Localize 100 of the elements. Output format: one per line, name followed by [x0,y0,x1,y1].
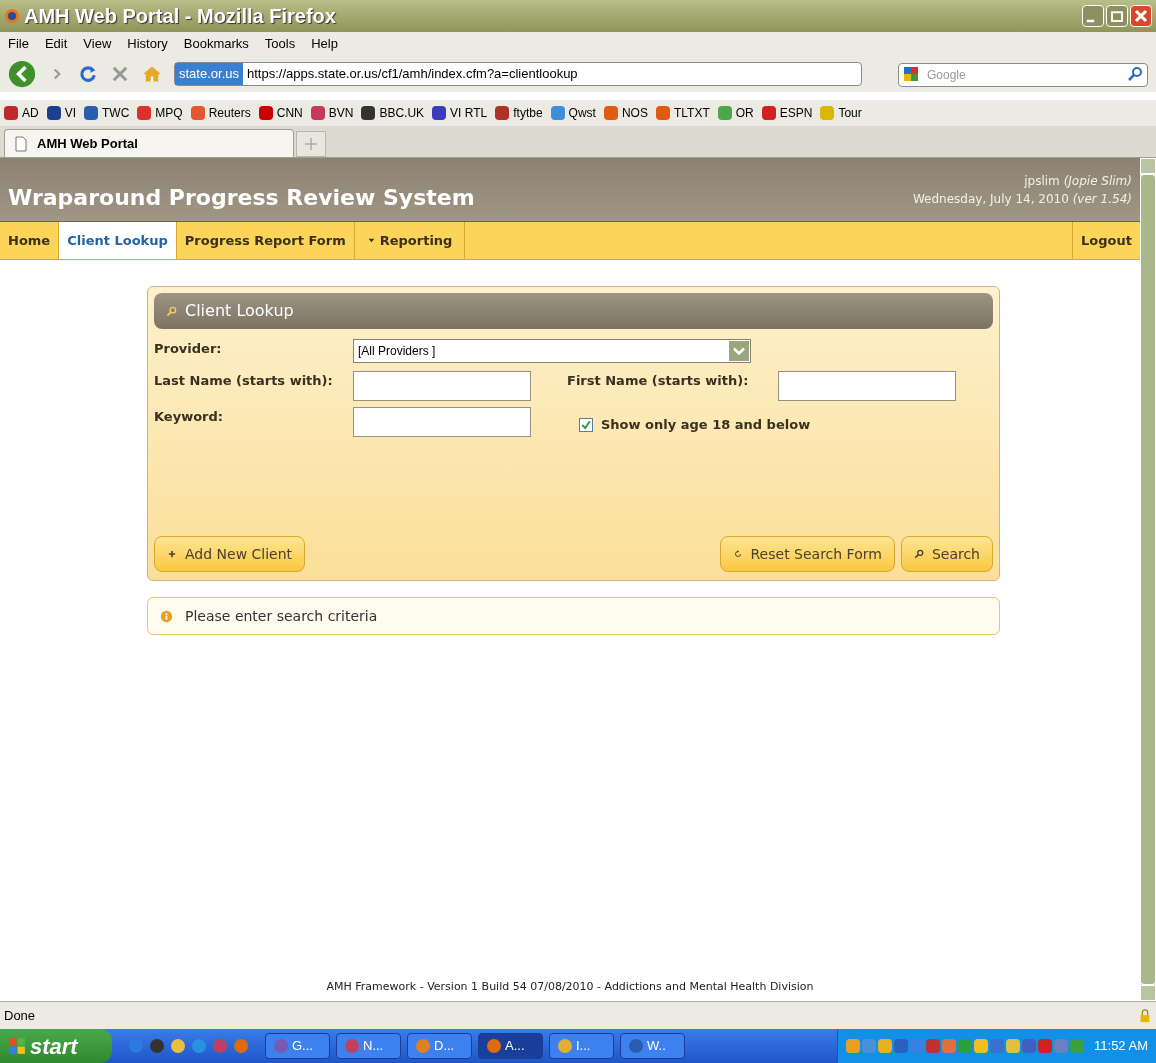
start-button[interactable]: start [0,1029,112,1063]
quick-launch-icon[interactable] [191,1038,207,1054]
tray-icon[interactable] [910,1039,925,1053]
address-bar[interactable]: state.or.us https://apps.state.or.us/cf1/amh/index.cfm?a=clientlookup [174,62,862,86]
field-label: Last Name (starts with): [154,372,334,390]
padlock-icon [1138,1008,1152,1023]
nav-tab[interactable]: Client Lookup [59,222,177,259]
windows-logo-icon [8,1037,26,1055]
quick-launch-icon[interactable] [149,1038,165,1054]
age-checkbox[interactable] [579,417,593,432]
quick-launch-icon[interactable] [212,1038,228,1054]
checkbox-label: Show only age 18 and below [601,416,811,434]
tray-icon[interactable] [1006,1039,1021,1053]
menu-item[interactable]: Bookmarks [183,34,249,54]
panel-title: Client Lookup [185,300,294,322]
bookmark-link[interactable]: VI RTL [432,104,488,122]
menu-item[interactable]: View [83,34,112,54]
tray-icon[interactable] [926,1039,941,1053]
bookmark-link[interactable]: ftytbe [495,104,543,122]
taskbar-button[interactable]: G... [265,1033,330,1059]
bookmark-link[interactable]: VI [46,104,76,122]
quick-launch-icon[interactable] [128,1038,144,1054]
field-label: Provider: [154,340,223,358]
info-icon [160,609,173,623]
minimize-button[interactable] [1082,5,1104,27]
taskbar-button[interactable]: N... [336,1033,401,1059]
field-label: First Name (starts with): [567,372,750,390]
bookmark-link[interactable]: AD [4,104,39,122]
taskbar-button[interactable]: D... [407,1033,472,1059]
clock: 11:52 AM [1094,1037,1148,1056]
tray-icon[interactable] [894,1039,909,1053]
bookmark-link[interactable]: TLTXT [655,104,710,122]
search-icon[interactable] [1127,66,1143,82]
page-icon [13,135,29,152]
menu-item[interactable]: Tools [264,34,296,54]
menu-item[interactable]: File [8,34,29,54]
bookmark-link[interactable]: BBC.UK [361,104,425,122]
tray-icon[interactable] [974,1039,989,1053]
tray-icon[interactable] [942,1039,957,1053]
bookmark-link[interactable]: ESPN [761,104,813,122]
bookmark-link[interactable]: CNN [258,104,303,122]
search-engine-icon [903,66,919,82]
tray-icon[interactable] [1022,1039,1037,1053]
dropdown-arrow-icon [366,236,376,245]
browser-logo-icon [4,8,20,24]
bookmark-link[interactable]: Tour [820,104,862,122]
bookmark-link[interactable]: NOS [603,104,648,122]
search-button[interactable]: Search [900,536,993,572]
last-name-field[interactable] [353,371,531,401]
window-title: AMH Web Portal - Mozilla Firefox [24,4,336,29]
message-text: Please enter search criteria [185,606,378,626]
user-name: jpslim (Jopie Slim) [1024,172,1132,190]
bookmark-link[interactable]: TWC [84,104,130,122]
browser-tab[interactable]: AMH Web Portal [4,129,294,157]
status-text: Done [4,1006,36,1025]
field-label: Keyword: [154,408,224,426]
taskbar-button[interactable]: A... [478,1033,543,1059]
stop-button[interactable] [110,64,130,84]
taskbar-button[interactable]: I... [549,1033,614,1059]
nav-tab[interactable]: Progress Report Form [176,222,355,259]
tray-icon[interactable] [878,1039,893,1053]
bookmark-link[interactable]: MPQ [137,104,183,122]
search-field[interactable]: Google [898,63,1148,87]
search-icon [913,549,924,559]
reset-icon [732,549,743,559]
quick-launch-icon[interactable] [170,1038,186,1054]
checkmark-icon [580,418,592,431]
menu-item[interactable]: Edit [44,34,68,54]
home-button[interactable] [142,64,162,84]
tray-icon[interactable] [990,1039,1005,1053]
bookmark-link[interactable]: OR [717,104,754,122]
keyword-field[interactable] [353,407,531,437]
tray-icon[interactable] [1038,1039,1053,1053]
menu-item[interactable]: Help [311,34,338,54]
tray-icon[interactable] [862,1039,877,1053]
close-button[interactable] [1130,5,1152,27]
tray-icon[interactable] [1070,1039,1085,1053]
plus-icon [167,549,177,559]
tray-icon[interactable] [958,1039,973,1053]
nav-tab[interactable]: Reporting [354,222,466,259]
search-icon [166,305,177,317]
current-date: Wednesday, July 14, 2010 (ver 1.54) [912,190,1132,208]
tray-icon[interactable] [846,1039,861,1053]
provider-dropdown[interactable]: [All Providers ] [353,339,751,363]
bookmark-link[interactable]: BVN [310,104,354,122]
reset-button[interactable]: Reset Search Form [719,536,895,572]
bookmark-link[interactable]: Reuters [190,104,251,122]
reload-button[interactable] [78,64,98,84]
bookmark-link[interactable]: Qwst [550,104,596,122]
taskbar-button[interactable]: W.. [620,1033,685,1059]
back-button[interactable] [8,60,36,88]
first-name-field[interactable] [778,371,956,401]
scrollbar[interactable] [1140,158,1156,1001]
footer-text: AMH Framework - Version 1 Build 54 07/08/2010 - Addictions and Mental Health Division [326,979,814,993]
add-client-button[interactable]: Add New Client [154,536,306,572]
quick-launch-icon[interactable] [233,1038,249,1054]
new-tab-button[interactable] [296,131,326,157]
tray-icon[interactable] [1054,1039,1069,1053]
maximize-button[interactable] [1106,5,1128,27]
menu-item[interactable]: History [127,34,168,54]
